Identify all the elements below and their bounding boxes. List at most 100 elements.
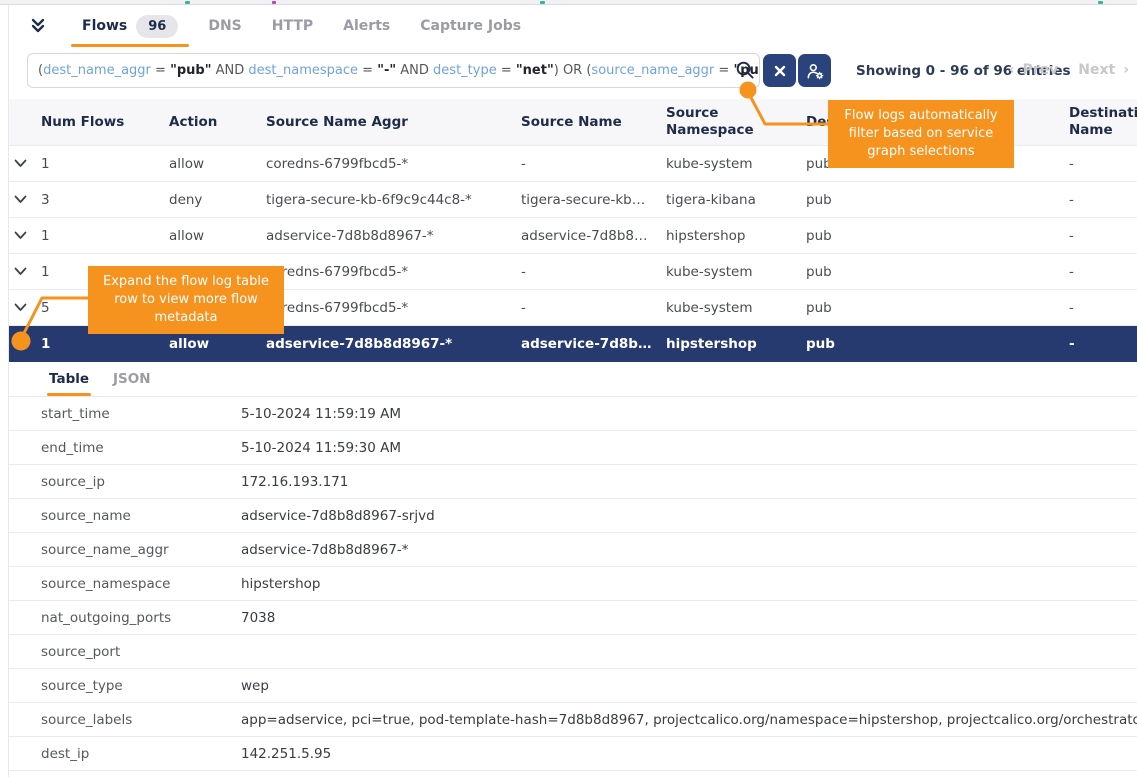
- column-header-source-namespace[interactable]: Source Namespace: [666, 105, 806, 139]
- tab-flows[interactable]: Flows 96: [67, 5, 193, 47]
- detail-field-label: source_type: [41, 678, 241, 694]
- detail-row: source_labelsapp=adservice, pci=true, po…: [9, 703, 1137, 737]
- expand-row-toggle[interactable]: [9, 195, 41, 204]
- next-button[interactable]: Next: [1078, 62, 1115, 78]
- detail-field-value: wep: [241, 678, 1137, 694]
- cell-source-namespace: kube-system: [666, 156, 806, 172]
- cell-num: 3: [41, 192, 169, 208]
- query-token: dest_name_aggr: [43, 63, 151, 78]
- tab-dns[interactable]: DNS: [193, 5, 256, 47]
- tab-capture-jobs[interactable]: Capture Jobs: [405, 5, 536, 47]
- detail-field-value: 172.16.193.171: [241, 474, 1137, 490]
- expand-chevron-icon[interactable]: [14, 231, 27, 240]
- cell-action: allow: [169, 228, 266, 244]
- column-header-source-name-aggr[interactable]: Source Name Aggr: [266, 114, 521, 131]
- query-token: "pub": [170, 63, 211, 78]
- expand-row-toggle[interactable]: [9, 340, 41, 349]
- detail-field-value: 5-10-2024 11:59:30 AM: [241, 440, 1137, 456]
- cell-dest-name: -: [1069, 336, 1137, 352]
- tab-http[interactable]: HTTP: [257, 5, 328, 47]
- detail-tab-json[interactable]: JSON: [101, 362, 163, 396]
- detail-row: source_namespacehipstershop: [9, 567, 1137, 601]
- detail-field-value: adservice-7d8b8d8967-srjvd: [241, 508, 1137, 524]
- column-header-destination-name[interactable]: Destination Name: [1069, 105, 1137, 139]
- cell-dest-name: -: [1069, 228, 1137, 244]
- detail-row: source_ip172.16.193.171: [9, 465, 1137, 499]
- expand-row-toggle[interactable]: [9, 159, 41, 168]
- next-chevron-icon[interactable]: ›: [1123, 62, 1129, 78]
- expand-chevron-icon[interactable]: [14, 303, 27, 312]
- filter-query-input[interactable]: (dest_name_aggr = "pub" AND dest_namespa…: [27, 53, 760, 88]
- cell-source-name: adservice-7d8b8…: [521, 336, 666, 352]
- callout-filter-tip: Flow logs automatically filter based on …: [828, 100, 1014, 168]
- tab-alerts[interactable]: Alerts: [328, 5, 405, 47]
- query-token: "-": [377, 63, 396, 78]
- flow-detail-tabs: TableJSON: [9, 362, 1137, 397]
- detail-field-value: 142.251.5.95: [241, 746, 1137, 762]
- graph-speck: [540, 1, 545, 4]
- cell-source-namespace: hipstershop: [666, 228, 806, 244]
- query-token: =: [714, 63, 733, 78]
- detail-row: source_name_aggradservice-7d8b8d8967-*: [9, 533, 1137, 567]
- callout-expand-tip: Expand the flow log table row to view mo…: [88, 266, 284, 334]
- cell-source-name-aggr: adservice-7d8b8d8967-*: [266, 336, 521, 352]
- query-token: =: [151, 63, 170, 78]
- prev-button[interactable]: Prev: [1022, 62, 1058, 78]
- detail-field-label: start_time: [41, 406, 241, 422]
- cell-dest-name-aggr: pub: [806, 300, 1069, 316]
- cell-source-namespace: kube-system: [666, 300, 806, 316]
- collapse-panel-button[interactable]: [25, 13, 51, 39]
- cell-source-name: -: [521, 156, 666, 172]
- expand-chevron-icon[interactable]: [14, 267, 27, 276]
- tab-label: Alerts: [343, 18, 390, 34]
- cell-dest-name: -: [1069, 192, 1137, 208]
- graph-speck: [272, 1, 276, 4]
- clear-filter-button[interactable]: [763, 54, 796, 87]
- detail-tab-table[interactable]: Table: [37, 362, 101, 396]
- tab-label: Capture Jobs: [420, 18, 521, 34]
- flow-detail-table: start_time5-10-2024 11:59:19 AM end_time5…: [9, 397, 1137, 771]
- graph-speck: [1098, 1, 1103, 4]
- detail-field-value: hipstershop: [241, 576, 1137, 592]
- cell-dest-name: -: [1069, 156, 1137, 172]
- flows-count-badge: 96: [136, 15, 178, 38]
- expand-row-toggle[interactable]: [9, 303, 41, 312]
- cell-source-name-aggr: tigera-secure-kb-6f9c9c44c8-*: [266, 192, 521, 208]
- detail-field-label: source_labels: [41, 712, 241, 728]
- column-header-source-name[interactable]: Source Name: [521, 114, 666, 131]
- cell-action: allow: [169, 156, 266, 172]
- cell-dest-name-aggr: pub: [806, 336, 1069, 352]
- table-row[interactable]: 3denytigera-secure-kb-6f9c9c44c8-*tigera…: [9, 182, 1137, 218]
- detail-field-label: end_time: [41, 440, 241, 456]
- query-token: AND: [396, 63, 433, 78]
- cell-source-name: adservice-7d8b8…: [521, 228, 666, 244]
- detail-row: end_time5-10-2024 11:59:30 AM: [9, 431, 1137, 465]
- column-header-num-flows[interactable]: Num Flows: [41, 114, 169, 131]
- expand-row-toggle[interactable]: [9, 231, 41, 240]
- expand-chevron-icon[interactable]: [14, 159, 27, 168]
- query-token: source_name_aggr: [591, 63, 714, 78]
- cell-source-name: -: [521, 264, 666, 280]
- prev-chevron-icon[interactable]: ‹: [1009, 62, 1015, 78]
- cell-source-name-aggr: adservice-7d8b8d8967-*: [266, 228, 521, 244]
- cell-action: deny: [169, 192, 266, 208]
- search-icon[interactable]: [735, 60, 755, 80]
- tabs-list: Flows 96 DNS HTTP Alerts Capture Jobs: [67, 5, 536, 47]
- tab-label: Flows: [82, 18, 127, 34]
- graph-speck: [185, 1, 190, 4]
- tab-label: HTTP: [272, 18, 313, 34]
- expand-chevron-icon[interactable]: [14, 195, 27, 204]
- detail-field-label: source_name_aggr: [41, 542, 241, 558]
- column-header-action[interactable]: Action: [169, 114, 266, 131]
- user-settings-button[interactable]: [798, 54, 831, 87]
- table-row[interactable]: 1allowadservice-7d8b8d8967-*adservice-7d…: [9, 218, 1137, 254]
- cell-source-name-aggr: coredns-6799fbcd5-*: [266, 300, 521, 316]
- detail-field-label: source_ip: [41, 474, 241, 490]
- expand-chevron-icon[interactable]: [14, 340, 27, 349]
- cell-source-name: tigera-secure-kb…: [521, 192, 666, 208]
- pagination: ‹ Prev Next ›: [1009, 62, 1129, 78]
- detail-field-label: source_port: [41, 644, 241, 660]
- detail-field-value: 5-10-2024 11:59:19 AM: [241, 406, 1137, 422]
- double-chevron-down-icon: [29, 17, 47, 35]
- expand-row-toggle[interactable]: [9, 267, 41, 276]
